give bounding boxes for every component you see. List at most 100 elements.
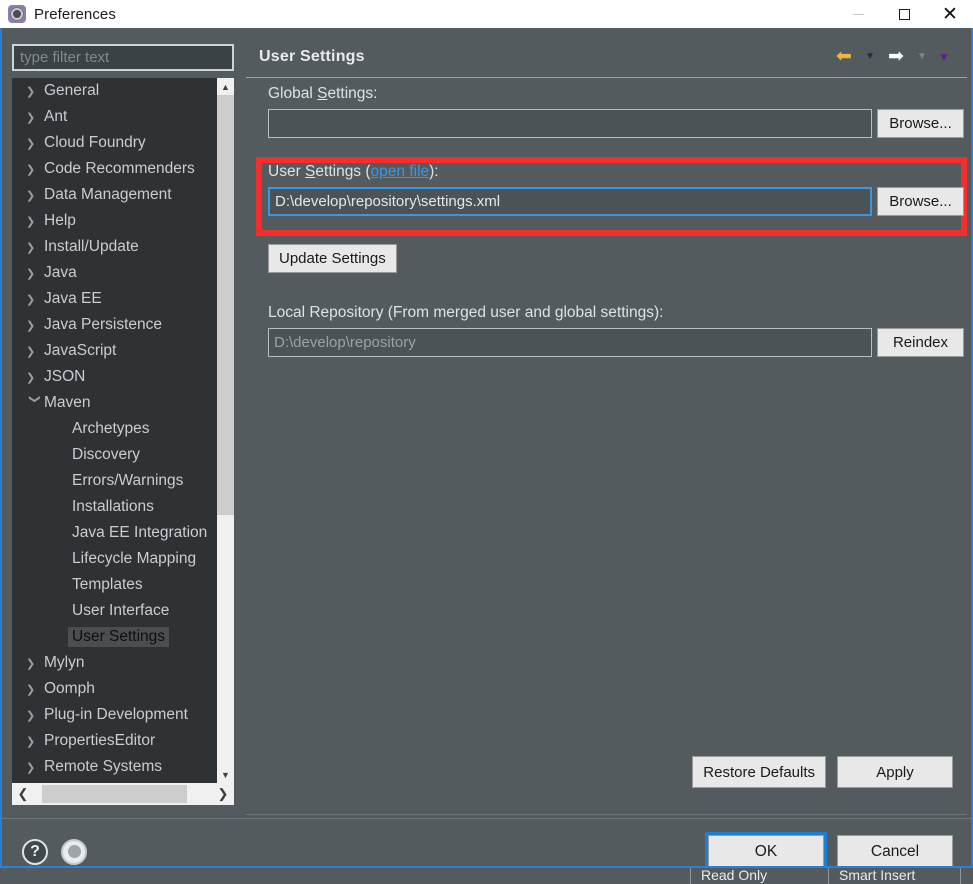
back-history-caret-down-icon[interactable]: ▼ [859,51,881,62]
sidebar-item-java-ee[interactable]: ❯ Java EE [12,286,217,312]
chevron-down-icon[interactable]: ▼ [217,766,234,783]
forward-history-caret-down-icon[interactable]: ▼ [911,51,933,62]
sidebar-item-general[interactable]: ❯ General [12,78,217,104]
page-divider [246,814,967,815]
chevron-right-icon[interactable]: ❯ [26,267,44,280]
sidebar-item-cloud-foundry[interactable]: ❯ Cloud Foundry [12,130,217,156]
chevron-right-icon[interactable]: ❯ [26,345,44,358]
sidebar-item-label: Java EE [44,290,102,307]
sidebar-item-javascript[interactable]: ❯ JavaScript [12,338,217,364]
arrow-left-icon[interactable]: ⬅ [829,47,859,66]
chevron-right-icon[interactable]: ❯ [26,371,44,384]
user-settings-label: User Settings (open file): [268,163,439,180]
chevron-right-icon[interactable]: ❯ [26,761,44,774]
sidebar-item-oomph[interactable]: ❯ Oomph [12,676,217,702]
apply-button[interactable]: Apply [837,756,953,788]
chevron-right-icon[interactable]: ❯ [26,163,44,176]
open-file-link[interactable]: open file [371,163,430,180]
user-settings-input[interactable] [268,187,872,216]
arrow-right-icon[interactable]: ➡ [881,47,911,66]
window-controls: ✕ [835,0,973,28]
sidebar-item-java-persistence[interactable]: ❯ Java Persistence [12,312,217,338]
sidebar-item-label: Code Recommenders [44,160,195,177]
ok-button[interactable]: OK [708,834,824,869]
chevron-right-icon[interactable]: ❯ [26,215,44,228]
sidebar-item-install-update[interactable]: ❯ Install/Update [12,234,217,260]
local-repository-label: Local Repository (From merged user and g… [268,304,664,321]
sidebar-item-label: Java [44,264,77,281]
horizontal-scrollbar-thumb[interactable] [42,785,187,803]
sidebar-item-code-recommenders[interactable]: ❯ Code Recommenders [12,156,217,182]
sidebar-item-installations[interactable]: Installations [12,494,217,520]
global-settings-browse-button[interactable]: Browse... [877,109,964,138]
sidebar-item-java[interactable]: ❯ Java [12,260,217,286]
status-smart-insert: Smart Insert [828,868,915,884]
user-settings-browse-button[interactable]: Browse... [877,187,964,216]
sidebar-item-label: Oomph [44,680,95,697]
overflow-caret-down-icon[interactable]: ▼ [933,50,955,64]
sidebar-item-ant[interactable]: ❯ Ant [12,104,217,130]
sidebar-item-archetypes[interactable]: Archetypes [12,416,217,442]
sidebar-item-label: Plug-in Development [44,706,188,723]
sidebar-item-plug-in-development[interactable]: ❯ Plug-in Development [12,702,217,728]
sidebar-item-label: User Settings [68,627,170,647]
sidebar-item-label: General [44,82,100,99]
maximize-button[interactable] [881,0,927,28]
reindex-button[interactable]: Reindex [877,328,964,357]
chevron-right-icon[interactable]: ❯ [26,709,44,722]
chevron-right-icon[interactable]: ❯ [26,241,44,254]
sidebar-item-label: Lifecycle Mapping [72,550,197,567]
sidebar-item-label: Install/Update [44,238,139,255]
chevron-down-icon[interactable]: ❯ [29,394,42,412]
sidebar-item-maven[interactable]: ❯ Maven [12,390,217,416]
sidebar-item-remote-systems[interactable]: ❯ Remote Systems [12,754,217,780]
tree-horizontal-scrollbar[interactable]: ❮ ❯ [12,783,234,805]
close-button[interactable]: ✕ [927,0,973,28]
page-nav-group: ⬅ ▼ ➡ ▼ ▼ [829,47,955,66]
chevron-right-icon[interactable]: ❯ [26,137,44,150]
filter-box [12,44,234,71]
sidebar-item-user-settings[interactable]: User Settings [12,624,217,650]
filter-input[interactable] [14,46,232,69]
chevron-right-icon[interactable]: ❯ [26,85,44,98]
sidebar-item-propertieseditor[interactable]: ❯ PropertiesEditor [12,728,217,754]
sidebar-item-label: Help [44,212,76,229]
local-repository-input [268,328,872,357]
global-settings-input[interactable] [268,109,872,138]
sidebar-item-data-management[interactable]: ❯ Data Management [12,182,217,208]
chevron-right-icon[interactable]: ❯ [26,293,44,306]
update-settings-button[interactable]: Update Settings [268,244,397,273]
tree-vertical-scrollbar[interactable]: ▲ ▼ [217,78,234,783]
show-tray-icon[interactable] [61,838,87,865]
sidebar-item-mylyn[interactable]: ❯ Mylyn [12,650,217,676]
sidebar-item-label: Cloud Foundry [44,134,146,151]
chevron-up-icon[interactable]: ▲ [217,78,234,95]
editor-statusbar: Read Only Smart Insert [0,866,973,884]
chevron-right-icon[interactable]: ❯ [26,735,44,748]
sidebar-item-lifecycle-mapping[interactable]: Lifecycle Mapping [12,546,217,572]
chevron-right-icon[interactable]: ❯ [26,111,44,124]
sidebar-item-java-ee-integration[interactable]: Java EE Integration [12,520,217,546]
sidebar-item-label: Templates [72,576,143,593]
sidebar-item-label: Data Management [44,186,172,203]
preferences-page: User Settings ⬅ ▼ ➡ ▼ ▼ Global Settings:… [246,36,967,808]
restore-defaults-button[interactable]: Restore Defaults [692,756,826,788]
chevron-right-icon[interactable]: ❯ [26,319,44,332]
sidebar-item-errors-warnings[interactable]: Errors/Warnings [12,468,217,494]
chevron-left-icon[interactable]: ❮ [12,783,34,805]
minimize-button[interactable] [835,0,881,28]
chevron-right-icon[interactable]: ❯ [212,783,234,805]
sidebar-item-discovery[interactable]: Discovery [12,442,217,468]
sidebar-item-label: Java EE Integration [72,524,208,541]
sidebar-item-user-interface[interactable]: User Interface [12,598,217,624]
chevron-right-icon[interactable]: ❯ [26,683,44,696]
cancel-button[interactable]: Cancel [837,834,953,869]
sidebar-item-json[interactable]: ❯ JSON [12,364,217,390]
vertical-scrollbar-thumb[interactable] [217,95,234,515]
question-mark-icon[interactable]: ? [22,838,48,865]
chevron-right-icon[interactable]: ❯ [26,189,44,202]
sidebar-item-templates[interactable]: Templates [12,572,217,598]
global-settings-mnemonic: S [317,85,328,102]
sidebar-item-help[interactable]: ❯ Help [12,208,217,234]
chevron-right-icon[interactable]: ❯ [26,657,44,670]
